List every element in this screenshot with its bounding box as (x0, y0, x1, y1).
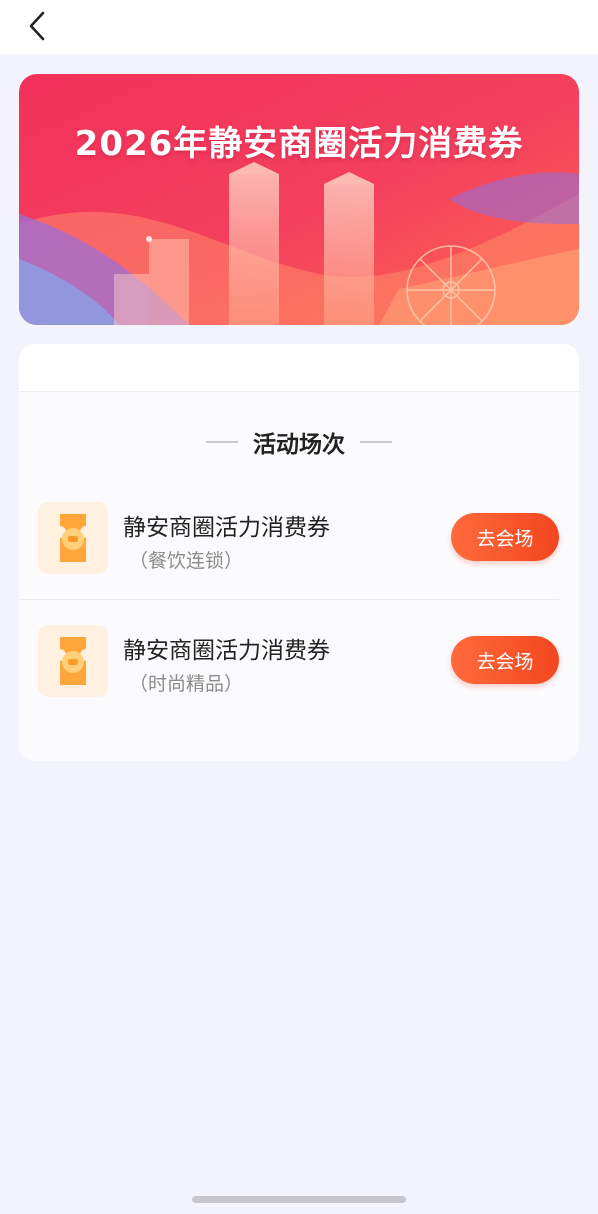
card-top-blank (19, 344, 579, 392)
header-line-right (360, 441, 392, 443)
go-to-venue-button[interactable]: 去会场 (451, 513, 559, 561)
row-divider (19, 599, 559, 600)
go-to-venue-button[interactable]: 去会场 (451, 636, 559, 684)
navigation-bar (0, 0, 598, 54)
header-line-left (206, 441, 238, 443)
coupon-ticket-icon (38, 625, 108, 697)
section-title: 活动场次 (253, 432, 345, 458)
home-indicator[interactable] (192, 1196, 406, 1203)
chevron-left-icon (29, 11, 45, 41)
session-name: 静安商圈活力消费券 (123, 638, 330, 664)
session-row[interactable]: 静安商圈活力消费券 （时尚精品） 去会场 (19, 614, 579, 712)
coupon-ticket-icon (38, 502, 108, 574)
banner-illustration (19, 74, 579, 325)
session-category: （餐饮连锁） (129, 550, 244, 572)
session-name: 静安商圈活力消费券 (123, 515, 330, 541)
session-row[interactable]: 静安商圈活力消费券 （餐饮连锁） 去会场 (19, 491, 579, 589)
session-category: （时尚精品） (129, 673, 244, 695)
promo-banner[interactable]: 2026年静安商圈活力消费券 (19, 74, 579, 325)
section-header: 活动场次 (0, 424, 598, 460)
banner-title: 2026年静安商圈活力消费券 (74, 124, 524, 164)
back-button[interactable] (18, 6, 58, 46)
